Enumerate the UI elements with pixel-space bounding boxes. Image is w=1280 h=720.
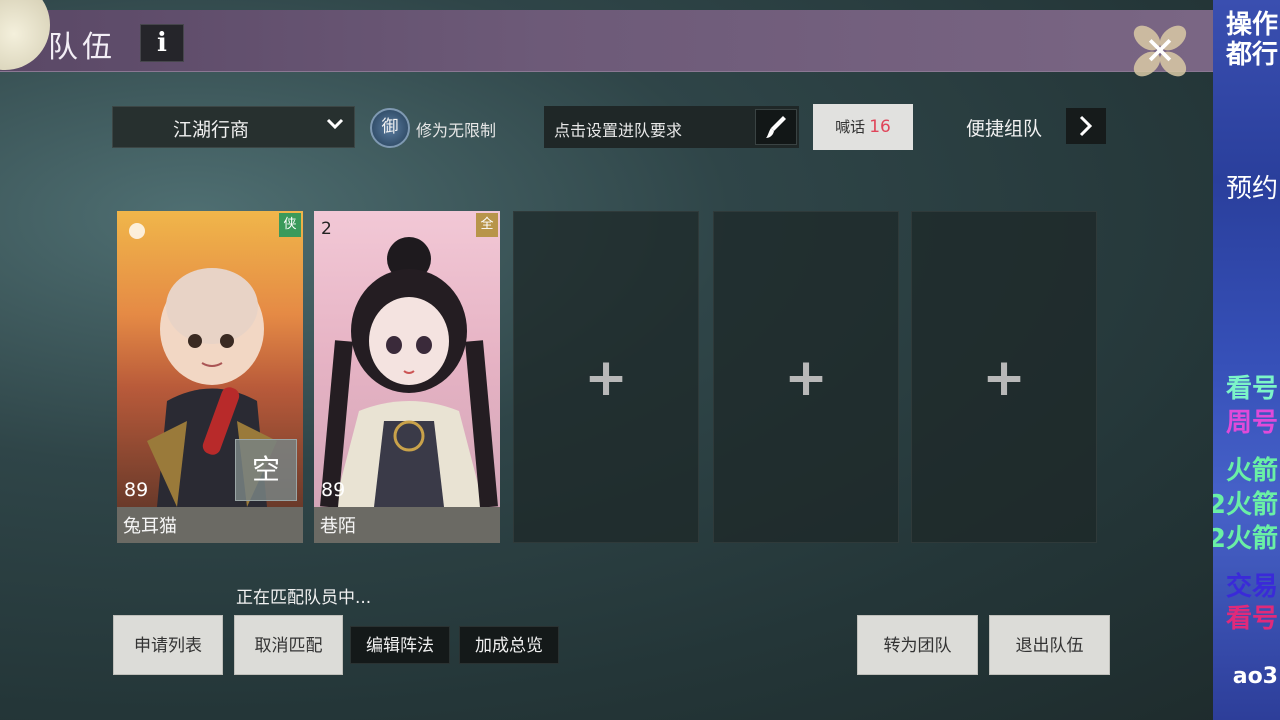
quick-team-button[interactable] bbox=[1066, 108, 1106, 144]
title-bar: 队伍 i ✕ bbox=[0, 0, 1213, 82]
member-level: 89 bbox=[124, 479, 149, 501]
info-button[interactable]: i bbox=[140, 24, 184, 62]
empty-slot[interactable]: + bbox=[713, 211, 899, 543]
stream-overlay: 操作 都行 预约 看号 周号 火箭 2火箭 2火箭 交易 看号 ao3 bbox=[1213, 0, 1280, 720]
overlay-text: 预约 bbox=[1225, 174, 1278, 204]
close-button[interactable]: ✕ bbox=[1128, 20, 1192, 82]
overlay-text: 火箭 bbox=[1225, 456, 1278, 486]
member-name: 巷陌 bbox=[320, 516, 356, 537]
overlay-text: 周号 bbox=[1225, 408, 1278, 438]
page-title: 队伍 bbox=[48, 30, 116, 65]
shout-button[interactable]: 喊话 16 bbox=[813, 104, 913, 150]
chibi-girl-illustration bbox=[320, 237, 498, 507]
member-seat-number: 2 bbox=[321, 219, 332, 239]
team-mode-dropdown[interactable]: 江湖行商 bbox=[112, 106, 355, 148]
member-card[interactable]: 2 全 89 巷陌 bbox=[314, 211, 500, 543]
role-badge: 侠 bbox=[279, 213, 301, 237]
chevron-right-icon bbox=[1079, 115, 1093, 137]
role-badge: 全 bbox=[476, 213, 498, 237]
overlay-text: 2火箭 bbox=[1213, 490, 1278, 520]
brush-icon bbox=[766, 116, 786, 138]
member-card[interactable]: 侠 空 89 兔耳猫 bbox=[117, 211, 303, 543]
chevron-down-icon bbox=[326, 118, 344, 130]
overlay-text: 看号 bbox=[1225, 604, 1278, 634]
bonus-overview-button[interactable]: 加成总览 bbox=[459, 626, 559, 664]
empty-tag: 空 bbox=[235, 439, 297, 501]
overlay-text: ao3 bbox=[1232, 664, 1278, 689]
add-member-icon: + bbox=[784, 348, 828, 408]
quick-team-label[interactable]: 便捷组队 bbox=[966, 114, 1042, 141]
add-member-icon: + bbox=[584, 348, 628, 408]
convert-team-button[interactable]: 转为团队 bbox=[857, 615, 978, 675]
shout-count: 16 bbox=[869, 117, 891, 137]
overlay-text: 2火箭 bbox=[1213, 524, 1278, 554]
matching-status: 正在匹配队员中... bbox=[236, 588, 372, 608]
apply-list-button[interactable]: 申请列表 bbox=[113, 615, 223, 675]
overlay-text: 看号 bbox=[1225, 374, 1278, 404]
team-requirement-field[interactable]: 点击设置进队要求 bbox=[544, 106, 799, 148]
leave-team-button[interactable]: 退出队伍 bbox=[989, 615, 1110, 675]
requirement-prompt: 点击设置进队要求 bbox=[554, 121, 683, 140]
member-name-bar: 巷陌 bbox=[314, 507, 500, 543]
empty-slot[interactable]: + bbox=[513, 211, 699, 543]
member-level: 89 bbox=[321, 479, 346, 501]
moon-decoration bbox=[0, 0, 50, 70]
team-mode-label: 江湖行商 bbox=[173, 119, 250, 141]
add-member-icon: + bbox=[982, 348, 1026, 408]
member-name: 兔耳猫 bbox=[123, 516, 177, 537]
member-name-bar: 兔耳猫 bbox=[117, 507, 303, 543]
close-icon: ✕ bbox=[1144, 29, 1176, 73]
cancel-match-button[interactable]: 取消匹配 bbox=[234, 615, 343, 675]
edit-formation-button[interactable]: 编辑阵法 bbox=[350, 626, 450, 664]
rank-icon[interactable]: 御 bbox=[370, 108, 410, 148]
empty-slot[interactable]: + bbox=[911, 211, 1097, 543]
shout-label: 喊话 bbox=[835, 118, 866, 136]
edit-brush-button[interactable] bbox=[755, 109, 797, 145]
member-portrait bbox=[314, 211, 500, 507]
rank-requirement-text[interactable]: 修为无限制 bbox=[416, 117, 496, 141]
overlay-text: 都行 bbox=[1225, 40, 1278, 70]
